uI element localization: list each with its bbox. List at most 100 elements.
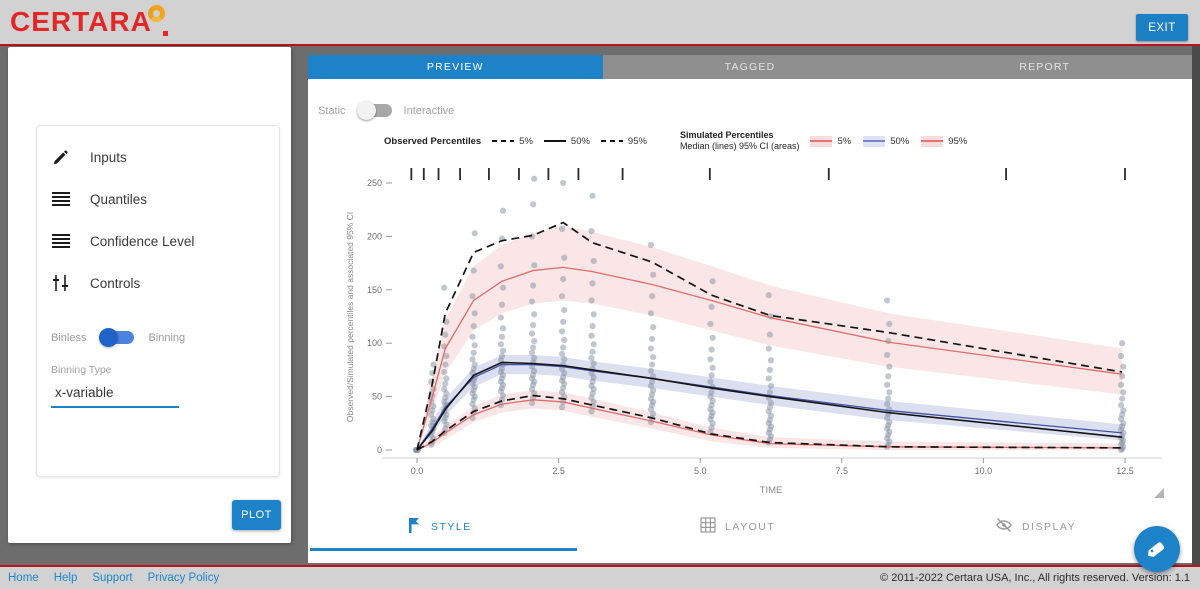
observation-point	[708, 347, 714, 353]
observation-point	[885, 396, 891, 402]
observation-point	[531, 338, 537, 344]
svg-text:7.5: 7.5	[836, 466, 849, 476]
observation-point	[766, 345, 772, 351]
left-panel: InputsQuantilesConfidence LevelControls …	[8, 47, 291, 543]
plot-button[interactable]: PLOT	[232, 500, 281, 530]
observation-point	[442, 332, 448, 338]
binning-type-input[interactable]: x-variable	[51, 385, 263, 400]
sidebar-item-label: Controls	[90, 276, 140, 291]
tag-fab-button[interactable]	[1134, 526, 1180, 572]
observation-point	[589, 349, 595, 355]
sidebar-item-quantiles[interactable]: Quantiles	[37, 178, 279, 220]
simulated-legend-items: 5%50%95%	[810, 136, 967, 147]
observation-point	[589, 323, 595, 329]
observation-point	[530, 201, 536, 207]
observation-point	[588, 333, 594, 339]
observation-point	[472, 310, 478, 316]
svg-text:200: 200	[367, 231, 382, 241]
observation-point	[649, 293, 655, 299]
list-icon	[51, 189, 71, 209]
binning-toggle[interactable]	[100, 331, 134, 344]
footer-link-support[interactable]: Support	[92, 572, 132, 584]
observation-point	[559, 328, 565, 334]
simulated-band-sample	[921, 136, 943, 147]
observation-point	[559, 226, 565, 232]
observation-point	[884, 382, 890, 388]
observation-point	[1118, 402, 1124, 408]
footer-links: Home Help Support Privacy Policy	[8, 572, 219, 584]
observation-point	[650, 272, 656, 278]
tab-preview[interactable]: PREVIEW	[308, 55, 603, 79]
observation-point	[469, 293, 475, 299]
observation-point	[650, 354, 656, 360]
observation-point	[588, 355, 594, 361]
observed-solid-line-sample	[544, 140, 566, 142]
observation-point	[529, 298, 535, 304]
tab-tagged[interactable]: TAGGED	[603, 55, 898, 79]
scrollbar-track[interactable]	[1192, 46, 1200, 566]
exit-button[interactable]: EXIT	[1136, 14, 1188, 41]
simulated-legend-line2: Median (lines) 95% CI (areas)	[680, 141, 800, 152]
sidebar-item-confidence-level[interactable]: Confidence Level	[37, 220, 279, 262]
simulated-band-sample	[863, 136, 885, 147]
observation-point	[649, 361, 655, 367]
observation-point	[471, 350, 477, 356]
footer-link-home[interactable]: Home	[8, 572, 39, 584]
observation-point	[1119, 340, 1125, 346]
observation-point	[591, 258, 597, 264]
tag-icon	[1144, 536, 1170, 562]
observation-point	[441, 386, 447, 392]
observation-point	[768, 400, 774, 406]
observed-legend-item-95%: 95%	[601, 136, 647, 147]
svg-text:150: 150	[367, 285, 382, 295]
observed-dashed-line-sample	[492, 140, 514, 142]
observation-point	[500, 348, 506, 354]
bottom-tab-layout[interactable]: LAYOUT	[700, 517, 775, 536]
observation-point	[1120, 364, 1126, 370]
observation-point	[1120, 389, 1126, 395]
observation-point	[500, 285, 506, 291]
observation-point	[589, 280, 595, 286]
observation-point	[560, 180, 566, 186]
observation-point	[442, 361, 448, 367]
observation-point	[1119, 396, 1125, 402]
observation-point	[531, 176, 537, 182]
binning-toggle-knob	[99, 328, 118, 347]
observation-point	[589, 193, 595, 199]
bottom-tab-style[interactable]: STYLE	[407, 517, 472, 537]
observation-point	[499, 334, 505, 340]
top-tabs: PREVIEWTAGGEDREPORT	[308, 55, 1192, 79]
observation-point	[588, 408, 594, 414]
app-window: CERTARA EXIT InputsQuantilesConfidence L…	[0, 0, 1200, 589]
bottom-tab-display[interactable]: DISPLAY	[995, 517, 1076, 536]
sidebar-item-controls[interactable]: Controls	[37, 262, 279, 304]
observation-point	[561, 356, 567, 362]
observation-point	[649, 336, 655, 342]
observation-point	[472, 230, 478, 236]
observation-point	[767, 367, 773, 373]
observation-point	[1118, 382, 1124, 388]
resize-handle[interactable]	[1154, 488, 1164, 498]
observation-point	[500, 325, 506, 331]
observation-point	[648, 368, 654, 374]
observation-point	[768, 383, 774, 389]
observation-point	[708, 389, 714, 395]
sidebar-item-inputs[interactable]: Inputs	[37, 136, 279, 178]
svg-text:2.5: 2.5	[552, 466, 565, 476]
observation-point	[500, 208, 506, 214]
simulated-legend-title: Simulated Percentiles Median (lines) 95%…	[680, 130, 800, 152]
svg-text:0.0: 0.0	[411, 466, 424, 476]
simulated-legend-item-5%: 5%	[810, 136, 851, 147]
static-interactive-toggle[interactable]	[358, 104, 392, 117]
pencil-icon	[51, 147, 71, 167]
observation-point	[471, 267, 477, 273]
observation-point	[472, 342, 478, 348]
observation-point	[885, 373, 891, 379]
observation-point	[441, 285, 447, 291]
bottom-tab-label: DISPLAY	[1022, 521, 1076, 533]
settings-card: InputsQuantilesConfidence LevelControls …	[36, 125, 280, 477]
footer-link-privacy-policy[interactable]: Privacy Policy	[148, 572, 220, 584]
footer: HomeHelpSupportPrivacy Policy © 2011-202…	[0, 567, 1200, 589]
tab-report[interactable]: REPORT	[897, 55, 1192, 79]
footer-link-help[interactable]: Help	[54, 572, 78, 584]
